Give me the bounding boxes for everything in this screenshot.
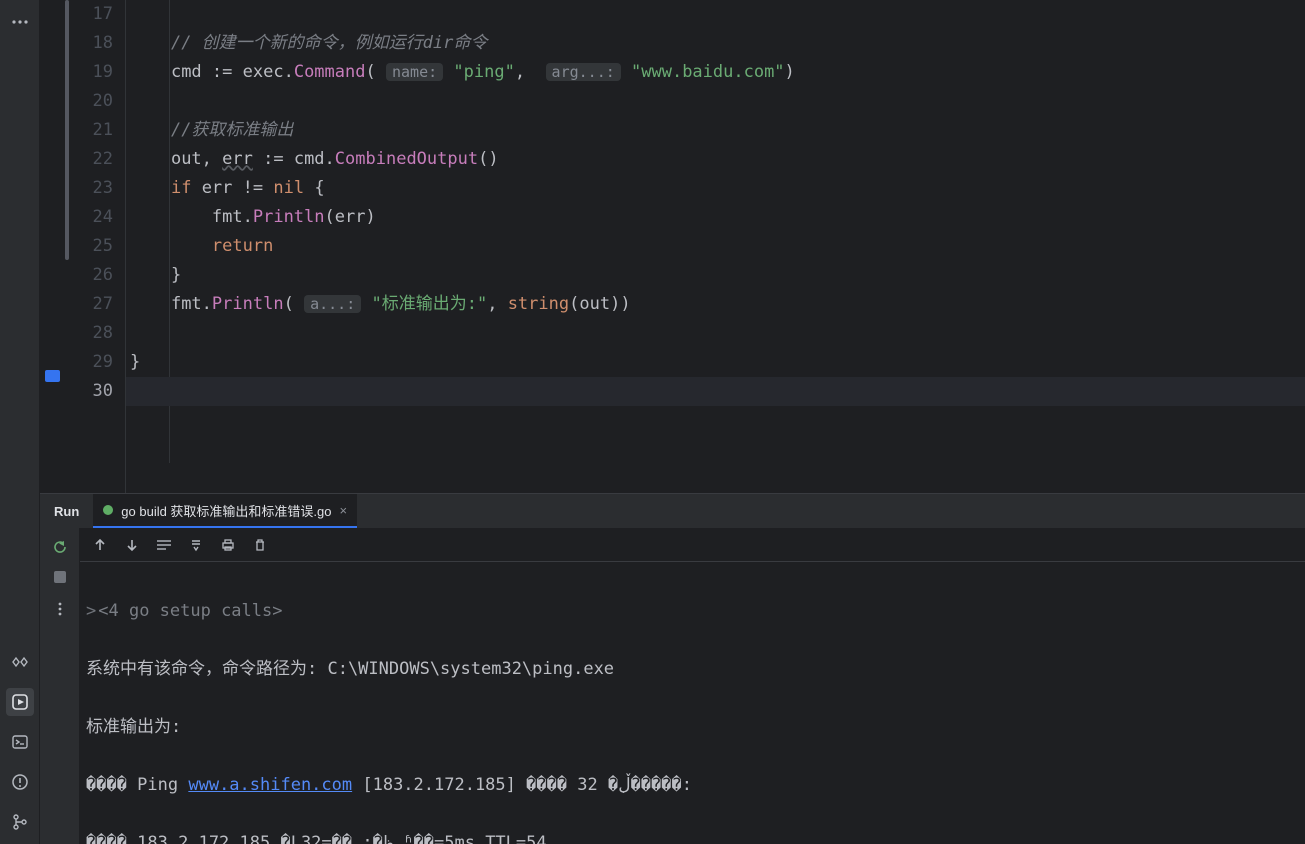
code-line[interactable]: return: [126, 232, 1305, 261]
close-icon[interactable]: ×: [340, 503, 348, 518]
line-number: 17: [65, 0, 113, 29]
run-content: ><4 go setup calls> 系统中有该命令，命令路径为: C:\WI…: [80, 528, 1305, 844]
code-line[interactable]: }: [126, 261, 1305, 290]
run-header: Run go build 获取标准输出和标准错误.go ×: [40, 494, 1305, 528]
line-number: 30: [65, 377, 113, 406]
line-number: 25: [65, 232, 113, 261]
line-number: 24: [65, 203, 113, 232]
main-area: 17 18 19 20 21 22 23 24 25 26 27 28 29 3…: [40, 0, 1305, 844]
stop-icon[interactable]: [47, 564, 73, 590]
console-output[interactable]: ><4 go setup calls> 系统中有该命令，命令路径为: C:\WI…: [80, 562, 1305, 844]
up-stack-icon[interactable]: [90, 535, 110, 555]
code-line[interactable]: fmt.Println(err): [126, 203, 1305, 232]
line-number: 28: [65, 319, 113, 348]
code-line[interactable]: // 创建一个新的命令，例如运行dir命令: [126, 29, 1305, 58]
left-tool-strip: [0, 0, 40, 844]
problems-icon[interactable]: [6, 768, 34, 796]
app-root: 17 18 19 20 21 22 23 24 25 26 27 28 29 3…: [0, 0, 1305, 844]
code-line[interactable]: out, err := cmd.CombinedOutput(): [126, 145, 1305, 174]
line-number: 20: [65, 87, 113, 116]
code-line[interactable]: //获取标准输出: [126, 116, 1305, 145]
editor: 17 18 19 20 21 22 23 24 25 26 27 28 29 3…: [40, 0, 1305, 493]
line-number-gutter: 17 18 19 20 21 22 23 24 25 26 27 28 29 3…: [65, 0, 125, 493]
run-label: Run: [40, 494, 93, 528]
code-line-active[interactable]: [126, 377, 1305, 406]
line-number: 23: [65, 174, 113, 203]
line-number: 29: [65, 348, 113, 377]
run-tab-label: go build 获取标准输出和标准错误.go: [121, 501, 331, 520]
line-number: 26: [65, 261, 113, 290]
down-stack-icon[interactable]: [122, 535, 142, 555]
line-number: 18: [65, 29, 113, 58]
terminal-icon[interactable]: [6, 728, 34, 756]
run-tool-icon[interactable]: [6, 688, 34, 716]
bookmark-marker[interactable]: [45, 370, 60, 382]
code-line[interactable]: [126, 87, 1305, 116]
code-line[interactable]: if err != nil {: [126, 174, 1305, 203]
code-line[interactable]: [126, 0, 1305, 29]
print-icon[interactable]: [218, 535, 238, 555]
run-toolbar-top: [80, 528, 1305, 562]
rerun-icon[interactable]: [47, 534, 73, 560]
line-number: 21: [65, 116, 113, 145]
code-line[interactable]: [126, 319, 1305, 348]
run-config-tab[interactable]: go build 获取标准输出和标准错误.go ×: [93, 494, 357, 528]
vcs-icon[interactable]: [6, 808, 34, 836]
clear-icon[interactable]: [250, 535, 270, 555]
more-actions-icon[interactable]: [47, 596, 73, 622]
code-area[interactable]: // 创建一个新的命令，例如运行dir命令 cmd := exec.Comman…: [125, 0, 1305, 493]
soft-wrap-icon[interactable]: [154, 535, 174, 555]
run-panel: Run go build 获取标准输出和标准错误.go ×: [40, 493, 1305, 844]
code-line[interactable]: cmd := exec.Command( name: "ping", arg..…: [126, 58, 1305, 87]
fold-chevron-icon[interactable]: >: [86, 601, 96, 621]
line-number: 27: [65, 290, 113, 319]
run-toolbar-left: [40, 528, 80, 844]
go-run-icon: [103, 505, 113, 515]
more-icon[interactable]: [6, 8, 34, 36]
console-link[interactable]: www.a.shifen.com: [188, 775, 352, 795]
services-icon[interactable]: [6, 648, 34, 676]
scroll-to-end-icon[interactable]: [186, 535, 206, 555]
line-number: 22: [65, 145, 113, 174]
code-line[interactable]: }: [126, 348, 1305, 377]
change-marker: [65, 0, 69, 260]
editor-markers: [40, 0, 65, 493]
run-body: ><4 go setup calls> 系统中有该命令，命令路径为: C:\WI…: [40, 528, 1305, 844]
code-line[interactable]: fmt.Println( a...: "标准输出为:", string(out)…: [126, 290, 1305, 319]
line-number: 19: [65, 58, 113, 87]
